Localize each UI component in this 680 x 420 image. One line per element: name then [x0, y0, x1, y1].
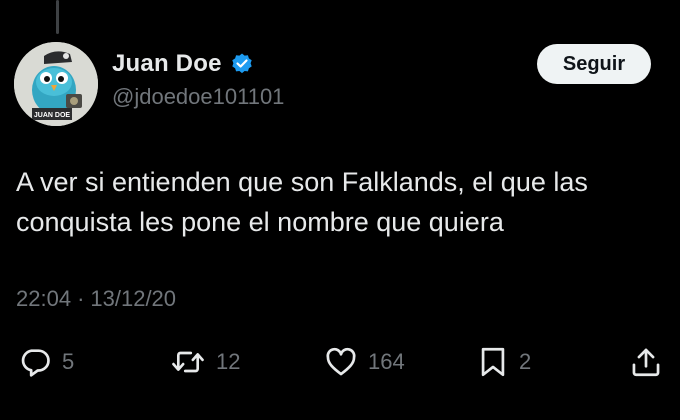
heart-icon [326, 347, 356, 376]
tweet-text: A ver si entienden que son Falklands, el… [16, 167, 588, 237]
tweet-time: 22:04 [16, 286, 72, 311]
verified-badge-icon [230, 52, 254, 76]
avatar[interactable]: JUAN DOE [14, 42, 98, 126]
avatar-label: JUAN DOE [34, 112, 71, 119]
timestamp-separator: · [77, 286, 85, 311]
author-name-row: Juan Doe [112, 50, 254, 78]
bookmark-icon [481, 347, 505, 377]
follow-button[interactable]: Seguir [537, 44, 651, 84]
retweet-count: 12 [216, 349, 241, 374]
like-button[interactable]: 164 [324, 340, 405, 384]
bookmark-count: 2 [519, 349, 532, 374]
share-button[interactable] [629, 340, 663, 384]
author-handle[interactable]: @jdoedoe101101 [112, 84, 284, 110]
tweet-timestamp[interactable]: 22:04 · 13/12/20 [16, 286, 176, 312]
tweet-action-bar: 5 12 164 2 [0, 340, 680, 384]
retweet-icon [172, 351, 204, 373]
author-display-name[interactable]: Juan Doe [112, 50, 222, 78]
bookmark-button[interactable]: 2 [477, 340, 531, 384]
share-icon [632, 348, 660, 377]
reply-count: 5 [62, 349, 75, 374]
retweet-button[interactable]: 12 [170, 340, 240, 384]
reply-button[interactable]: 5 [18, 340, 74, 384]
reply-icon [21, 349, 50, 377]
tweet-date: 13/12/20 [90, 286, 177, 311]
thread-connector-line [56, 0, 59, 34]
avatar-image: JUAN DOE [14, 42, 98, 126]
like-count: 164 [368, 349, 405, 374]
